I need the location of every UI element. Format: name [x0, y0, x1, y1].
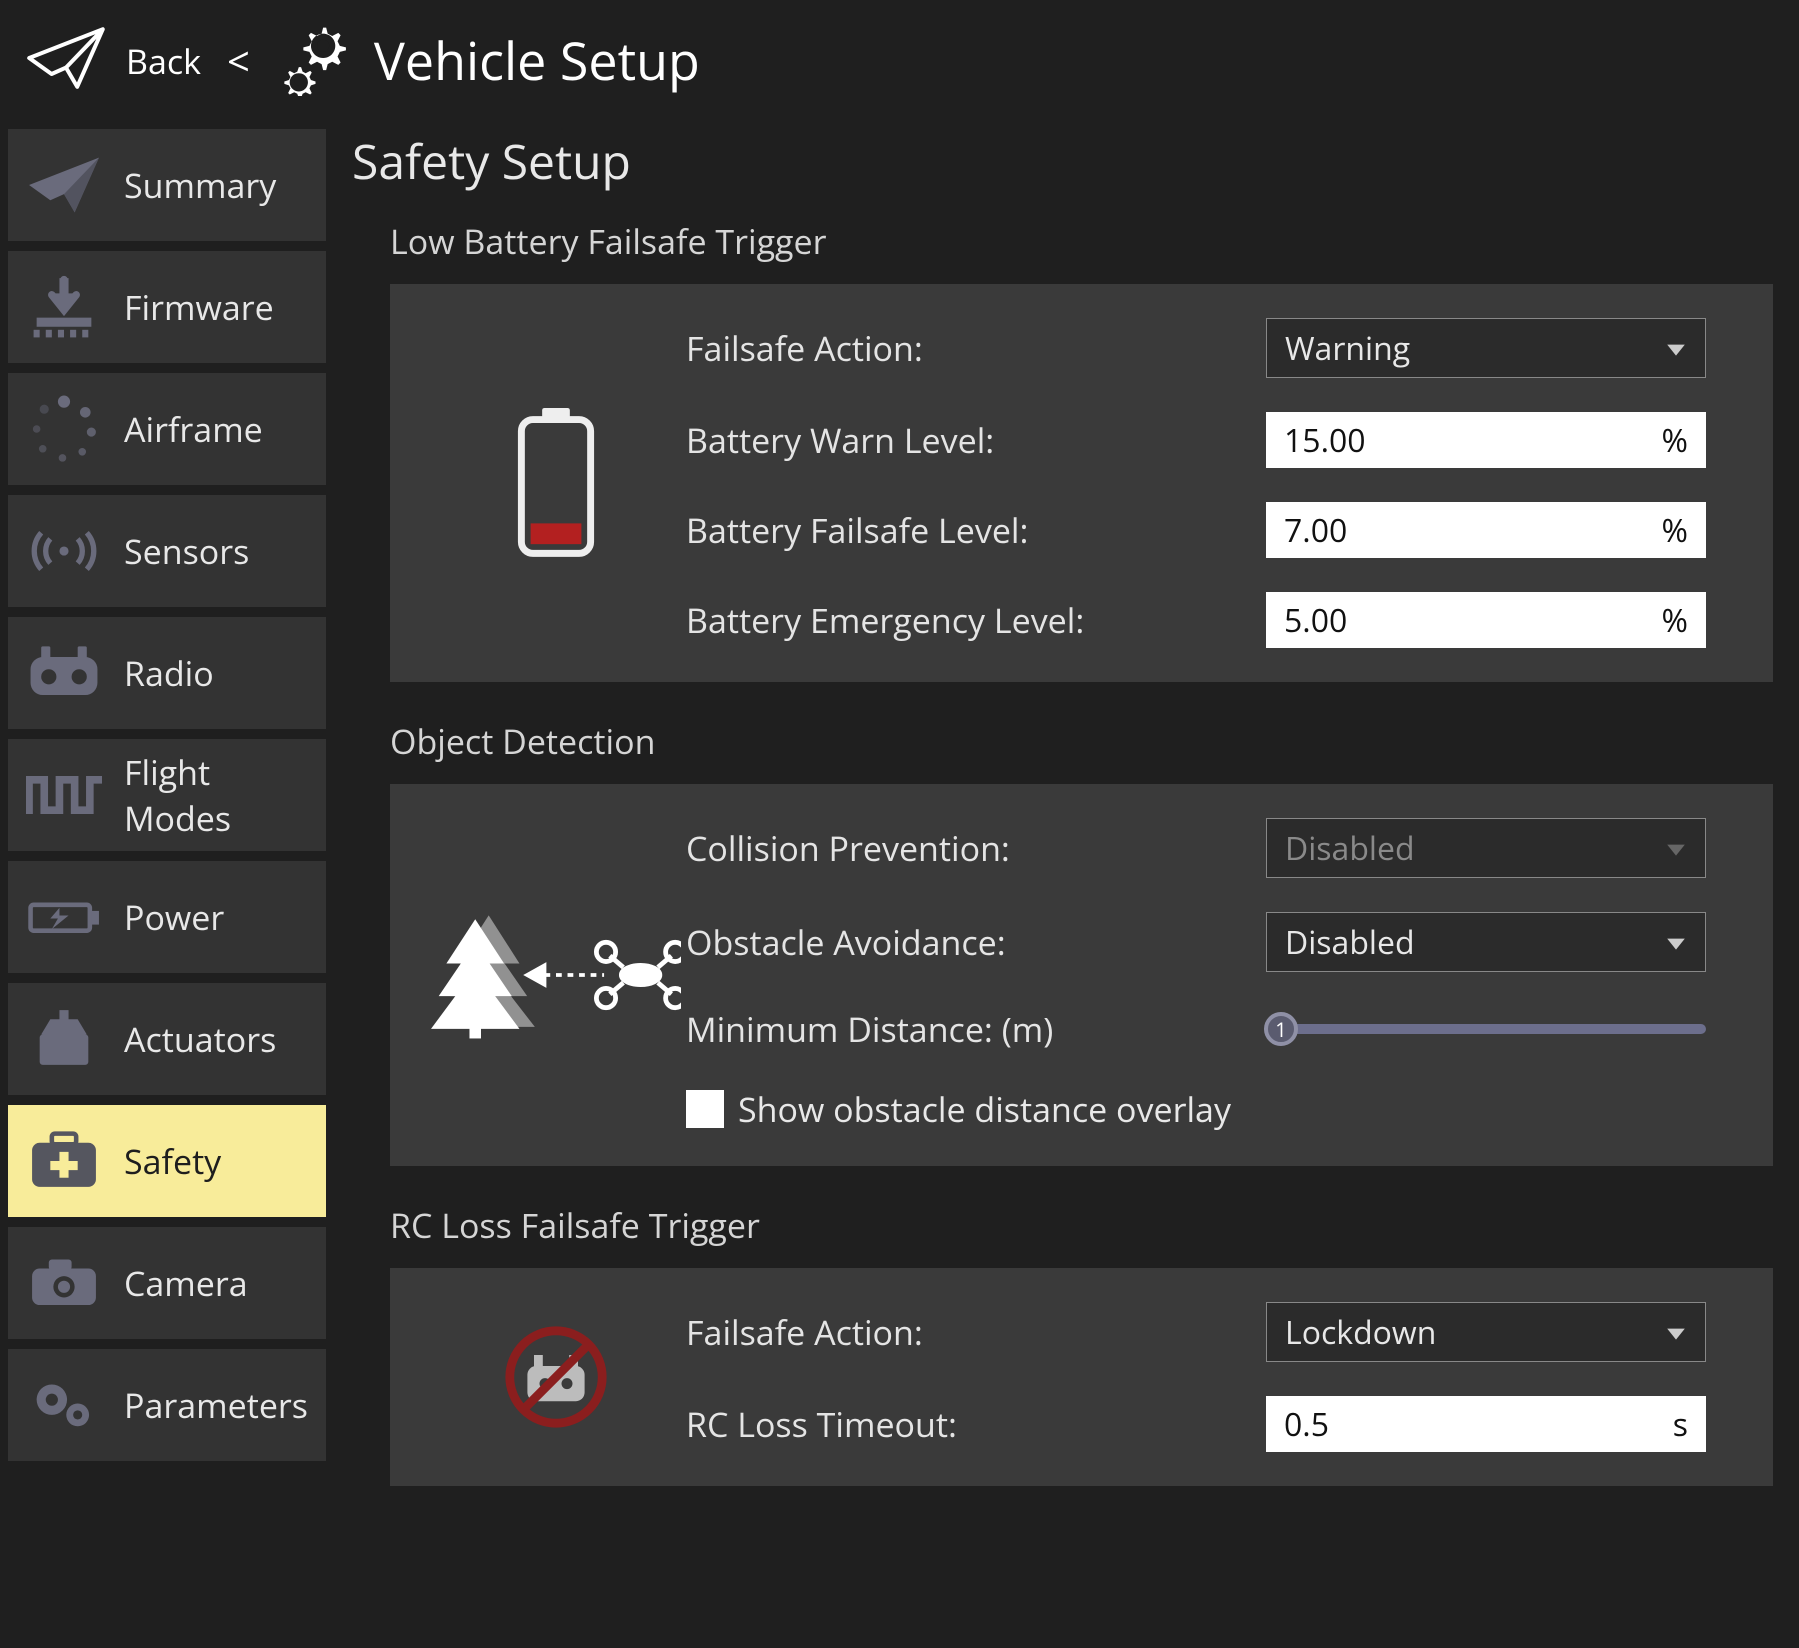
section-title-rc-loss: RC Loss Failsafe Trigger: [390, 1202, 1799, 1248]
battery-low-icon: [426, 408, 686, 558]
select-value: Disabled: [1285, 921, 1415, 964]
input-warn-level[interactable]: %: [1266, 412, 1706, 468]
battery-horizontal-icon: [22, 875, 106, 959]
label-rc-loss-timeout: RC Loss Timeout:: [686, 1401, 1266, 1447]
sidebar-item-label: Flight Modes: [124, 749, 326, 841]
caret-down-icon: [1665, 327, 1687, 370]
sidebar-item-label: Firmware: [124, 284, 274, 330]
section-title-low-battery: Low Battery Failsafe Trigger: [390, 218, 1799, 264]
input-failsafe-level[interactable]: %: [1266, 502, 1706, 558]
label-minimum-distance: Minimum Distance: (m): [686, 1006, 1266, 1052]
label-warn-level: Battery Warn Level:: [686, 417, 1266, 463]
label-failsafe-level: Battery Failsafe Level:: [686, 507, 1266, 553]
sidebar-item-radio[interactable]: Radio: [8, 617, 326, 729]
section-title-object-detection: Object Detection: [390, 718, 1799, 764]
input-emergency-level-field[interactable]: [1284, 599, 1607, 642]
checkbox-overlay[interactable]: [686, 1090, 724, 1128]
section-low-battery: Failsafe Action: Warning Battery Warn Le…: [390, 284, 1773, 682]
sidebar-item-safety[interactable]: Safety: [8, 1105, 326, 1217]
gears-small-icon: [22, 1363, 106, 1447]
label-failsafe-action: Failsafe Action:: [686, 325, 1266, 371]
unit-label: s: [1673, 1403, 1688, 1446]
sidebar-item-camera[interactable]: Camera: [8, 1227, 326, 1339]
back-button[interactable]: Back: [126, 38, 201, 84]
obstacle-drone-icon: [426, 905, 686, 1045]
label-obstacle-avoidance: Obstacle Avoidance:: [686, 919, 1266, 965]
input-emergency-level[interactable]: %: [1266, 592, 1706, 648]
input-warn-level-field[interactable]: [1284, 419, 1607, 462]
header: Back < Vehicle Setup: [0, 0, 1799, 129]
sidebar-item-label: Radio: [124, 650, 214, 696]
select-value: Disabled: [1285, 827, 1415, 870]
motor-icon: [22, 997, 106, 1081]
select-value: Lockdown: [1285, 1311, 1436, 1354]
rc-disabled-icon: [426, 1322, 686, 1432]
slider-minimum-distance[interactable]: 1: [1266, 1009, 1706, 1049]
sidebar-item-firmware[interactable]: Firmware: [8, 251, 326, 363]
sidebar-item-label: Power: [124, 894, 224, 940]
sidebar-item-actuators[interactable]: Actuators: [8, 983, 326, 1095]
unit-label: %: [1662, 599, 1688, 642]
sidebar-item-label: Airframe: [124, 406, 263, 452]
unit-label: %: [1662, 419, 1688, 462]
first-aid-icon: [22, 1119, 106, 1203]
chevron-left-icon: <: [227, 33, 250, 88]
page-header-title: Vehicle Setup: [374, 25, 700, 96]
sidebar-item-sensors[interactable]: Sensors: [8, 495, 326, 607]
sidebar-item-airframe[interactable]: Airframe: [8, 373, 326, 485]
select-collision-prevention: Disabled: [1266, 818, 1706, 878]
page-title: Safety Setup: [352, 129, 1799, 194]
paper-plane-icon[interactable]: [24, 26, 108, 95]
section-object-detection: Collision Prevention: Disabled Obstacle …: [390, 784, 1773, 1166]
input-failsafe-level-field[interactable]: [1284, 509, 1607, 552]
sidebar-item-parameters[interactable]: Parameters: [8, 1349, 326, 1461]
sidebar-item-label: Summary: [124, 162, 276, 208]
caret-down-icon: [1665, 827, 1687, 870]
sidebar-item-summary[interactable]: Summary: [8, 129, 326, 241]
sidebar-item-label: Parameters: [124, 1382, 308, 1428]
input-rc-loss-timeout[interactable]: s: [1266, 1396, 1706, 1452]
caret-down-icon: [1665, 921, 1687, 964]
unit-label: %: [1662, 509, 1688, 552]
slider-track: [1266, 1024, 1706, 1034]
sidebar-item-power[interactable]: Power: [8, 861, 326, 973]
rc-controller-icon: [22, 631, 106, 715]
select-failsafe-action[interactable]: Warning: [1266, 318, 1706, 378]
download-chip-icon: [22, 265, 106, 349]
label-rc-failsafe-action: Failsafe Action:: [686, 1309, 1266, 1355]
content-area: Safety Setup Low Battery Failsafe Trigge…: [326, 129, 1799, 1522]
label-collision-prevention: Collision Prevention:: [686, 825, 1266, 871]
sidebar-item-label: Camera: [124, 1260, 248, 1306]
paper-plane-filled-icon: [22, 143, 106, 227]
gears-icon: [276, 20, 352, 101]
sidebar-item-label: Safety: [124, 1138, 221, 1184]
select-value: Warning: [1285, 327, 1410, 370]
sidebar-item-label: Sensors: [124, 528, 249, 574]
sidebar-item-label: Actuators: [124, 1016, 276, 1062]
sidebar: Summary Firmware: [0, 129, 326, 1522]
caret-down-icon: [1665, 1311, 1687, 1354]
label-overlay: Show obstacle distance overlay: [738, 1086, 1231, 1132]
input-rc-loss-timeout-field[interactable]: [1284, 1403, 1607, 1446]
pwm-wave-icon: [22, 753, 106, 837]
label-emergency-level: Battery Emergency Level:: [686, 597, 1266, 643]
signal-waves-icon: [22, 509, 106, 593]
select-obstacle-avoidance[interactable]: Disabled: [1266, 912, 1706, 972]
loading-dots-icon: [22, 387, 106, 471]
section-rc-loss: Failsafe Action: Lockdown RC Loss Timeou…: [390, 1268, 1773, 1486]
select-rc-failsafe-action[interactable]: Lockdown: [1266, 1302, 1706, 1362]
camera-icon: [22, 1241, 106, 1325]
sidebar-item-flight-modes[interactable]: Flight Modes: [8, 739, 326, 851]
slider-thumb[interactable]: 1: [1264, 1012, 1298, 1046]
